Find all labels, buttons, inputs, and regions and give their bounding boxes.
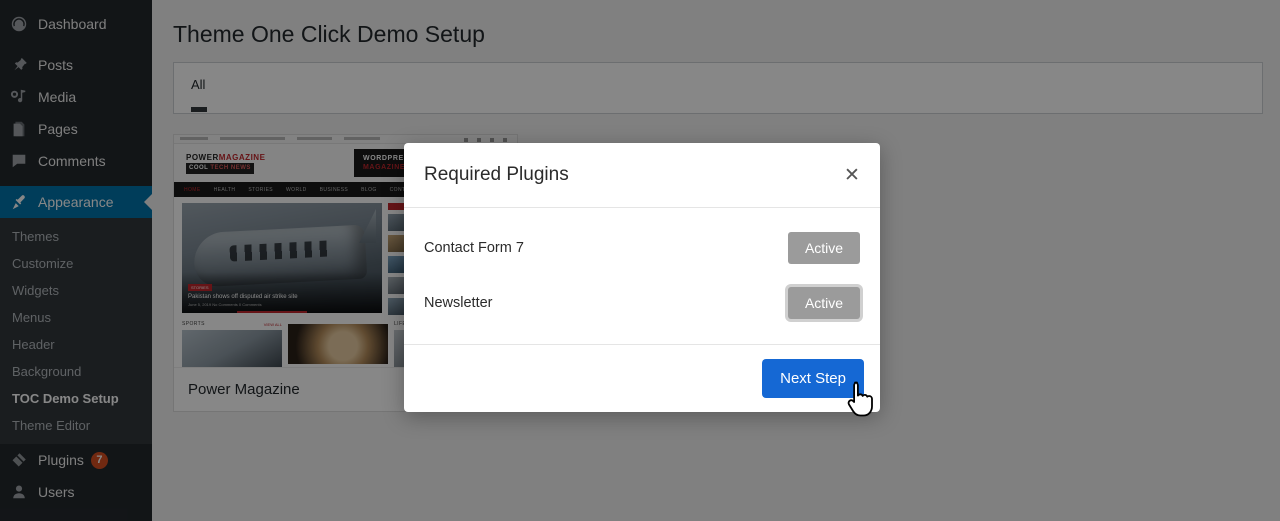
plugin-row: Contact Form 7 Active (424, 220, 860, 275)
plugin-name: Contact Form 7 (424, 239, 524, 256)
modal-title: Required Plugins (424, 164, 569, 185)
plugin-status-button[interactable]: Active (788, 231, 860, 264)
required-plugins-modal: Required Plugins ✕ Contact Form 7 Active… (404, 143, 880, 412)
plugin-status-button[interactable]: Active (788, 286, 860, 319)
modal-footer: Next Step (404, 344, 880, 412)
next-step-button[interactable]: Next Step (762, 359, 864, 398)
plugin-name: Newsletter (424, 294, 493, 311)
plugin-row: Newsletter Active (424, 275, 860, 330)
screen: Dashboard Posts Media Pages Comments App… (0, 0, 1280, 521)
modal-body: Contact Form 7 Active Newsletter Active (404, 208, 880, 344)
close-icon[interactable]: ✕ (840, 163, 864, 187)
modal-header: Required Plugins ✕ (404, 143, 880, 208)
